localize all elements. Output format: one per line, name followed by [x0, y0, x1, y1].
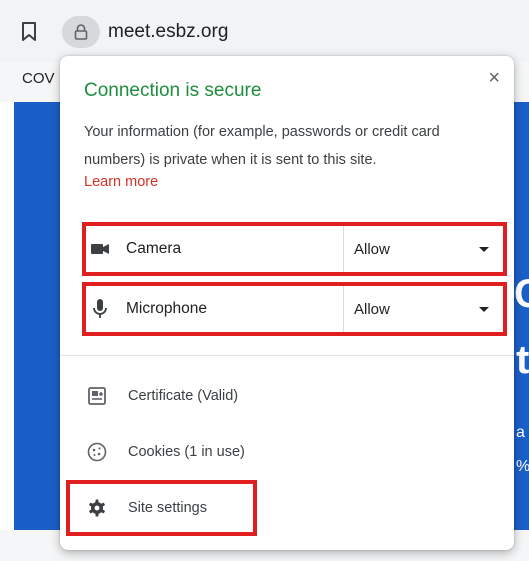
microphone-permission-row: Microphone Allow [86, 286, 503, 332]
camera-icon [90, 239, 110, 259]
lock-icon [74, 24, 88, 40]
address-bar[interactable]: meet.esbz.org [62, 14, 252, 50]
camera-permission-select[interactable]: Allow [343, 226, 503, 272]
cookie-icon [86, 441, 108, 463]
site-info-popup: × Connection is secure Your information … [60, 56, 514, 550]
certificate-item[interactable]: Certificate (Valid) [80, 376, 238, 416]
browser-toolbar: meet.esbz.org [0, 0, 529, 62]
cookies-item[interactable]: Cookies (1 in use) [80, 432, 245, 472]
page-partial-text: COV [22, 70, 55, 87]
cookies-label: Cookies (1 in use) [128, 444, 245, 460]
site-settings-label: Site settings [128, 500, 207, 516]
popup-title: Connection is secure [84, 80, 262, 101]
page-glyph-4: % [516, 458, 529, 475]
site-info-button[interactable] [62, 16, 100, 48]
certificate-icon [86, 385, 108, 407]
gear-icon [86, 497, 108, 519]
url-text[interactable]: meet.esbz.org [108, 21, 228, 43]
page-glyph-2: t [516, 338, 529, 382]
certificate-label: Certificate (Valid) [128, 388, 239, 404]
learn-more-link[interactable]: Learn more [84, 174, 158, 190]
popup-description: Your information (for example, passwords… [84, 124, 440, 168]
bookmark-icon[interactable] [21, 22, 37, 42]
microphone-label: Microphone [126, 300, 207, 317]
page-glyph-3: a [516, 424, 525, 441]
microphone-permission-highlight: Microphone Allow [82, 282, 507, 336]
camera-permission-value: Allow [354, 240, 390, 258]
microphone-icon [90, 299, 110, 319]
popup-divider [60, 355, 514, 356]
site-settings-item[interactable]: Site settings [80, 488, 207, 528]
camera-permission-highlight: Camera Allow [82, 222, 507, 276]
chevron-down-icon [479, 246, 489, 252]
microphone-permission-value: Allow [354, 300, 390, 318]
camera-label: Camera [126, 240, 182, 257]
close-icon[interactable]: × [488, 68, 500, 88]
microphone-permission-select[interactable]: Allow [343, 286, 503, 332]
page-glyph-1: C [514, 272, 529, 316]
camera-permission-row: Camera Allow [86, 226, 503, 272]
chevron-down-icon [479, 306, 489, 312]
